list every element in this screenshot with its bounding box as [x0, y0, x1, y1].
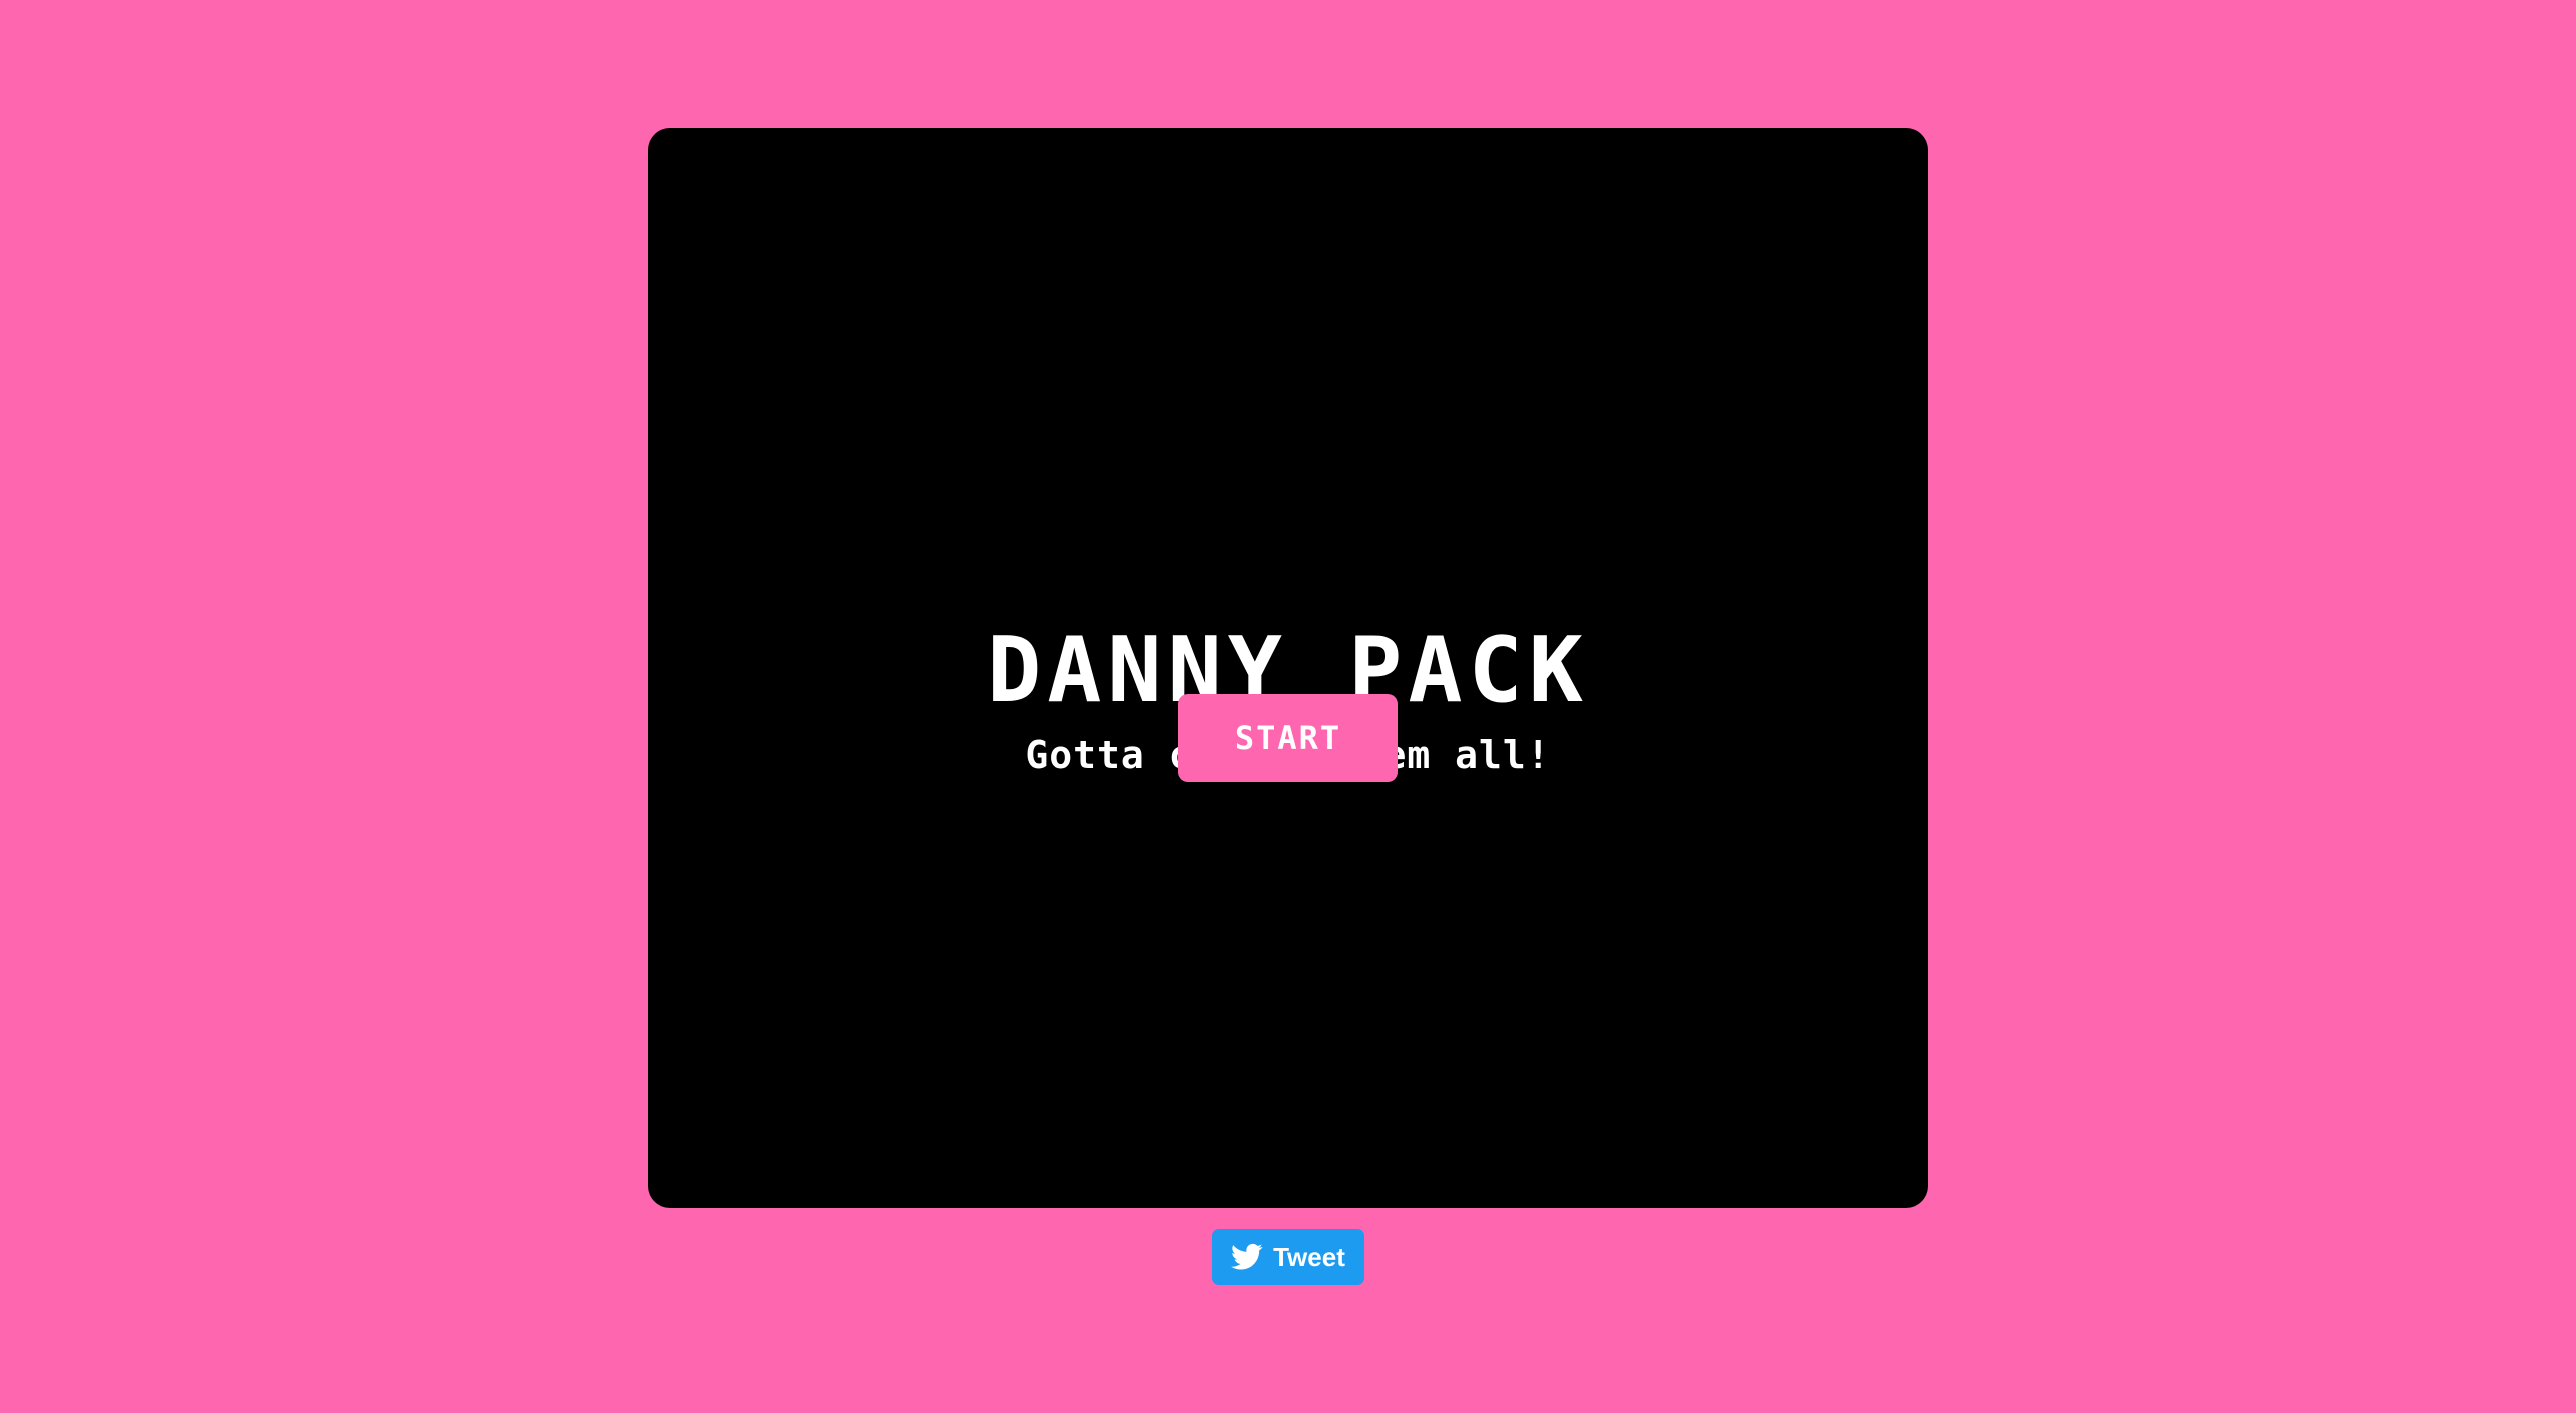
tweet-button[interactable]: Tweet: [1212, 1229, 1364, 1285]
game-frame: DANNY PACK Gotta collect 'em all! START: [648, 128, 1928, 1208]
twitter-bird-icon: [1231, 1243, 1263, 1270]
tweet-label: Tweet: [1273, 1241, 1345, 1272]
start-button[interactable]: START: [1178, 694, 1398, 782]
